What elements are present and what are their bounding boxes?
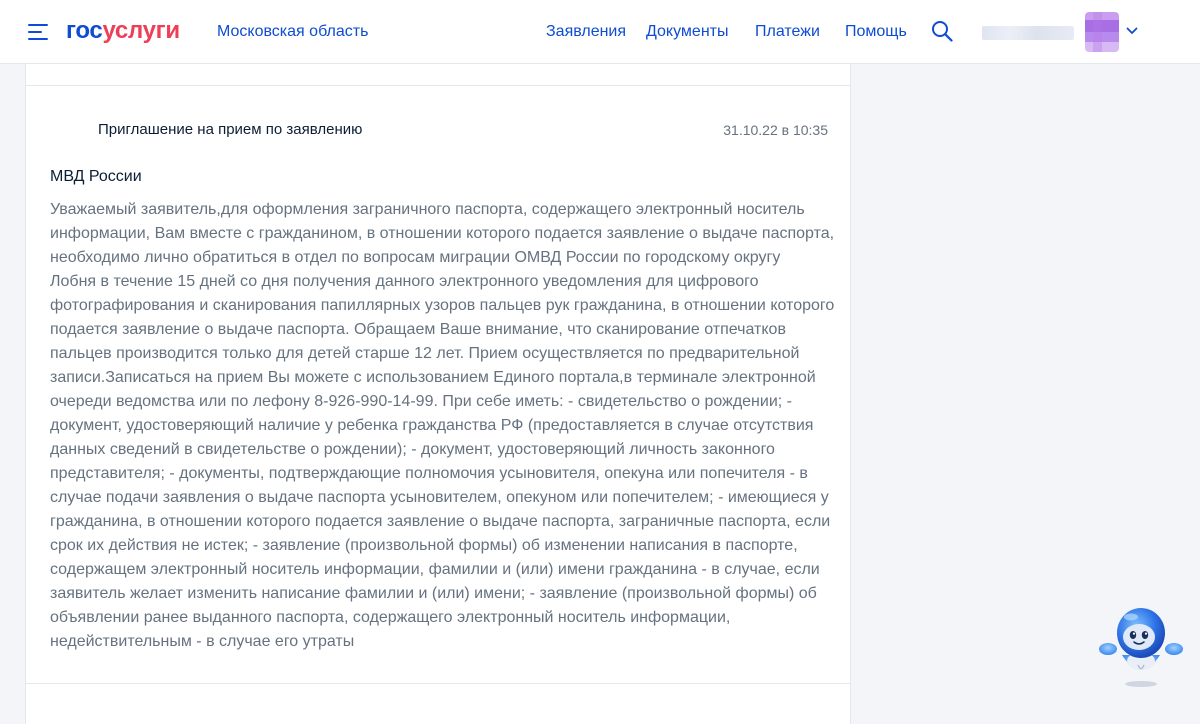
- message-date: 31.10.22 в 10:35: [723, 122, 828, 138]
- region-selector[interactable]: Московская область: [217, 22, 368, 42]
- message-body-line: подается заявление о выдаче паспорта. Об…: [50, 321, 786, 338]
- nav-applications[interactable]: Заявления: [546, 22, 626, 42]
- message-body-line: объявлении ранее выданного паспорта, сод…: [50, 609, 731, 626]
- nav-help[interactable]: Помощь: [845, 22, 907, 42]
- nav-payments[interactable]: Платежи: [755, 22, 820, 42]
- divider: [26, 683, 850, 684]
- message-body-line: заявитель желает изменить написание фами…: [50, 585, 817, 602]
- avatar[interactable]: [1085, 12, 1119, 52]
- message-body-line: необходимо лично обратиться в отдел по в…: [50, 249, 781, 266]
- message-body-line: документ, удостоверяющий наличие у ребен…: [50, 417, 814, 434]
- message-title: Приглашение на прием по заявлению: [98, 121, 363, 138]
- search-icon[interactable]: [931, 20, 953, 42]
- message-body-line: фотографирования и сканирования папилляр…: [50, 297, 835, 314]
- nav-documents[interactable]: Документы: [646, 22, 728, 42]
- message-body-line: очереди ведомства или по лефону 8-926-99…: [50, 393, 792, 410]
- message-body-line: гражданина, в отношении которого подаетс…: [50, 513, 831, 530]
- message-body-line: Уважаемый заявитель,для оформления загра…: [50, 201, 805, 218]
- gosuslugi-logo[interactable]: госуслуги: [66, 17, 180, 45]
- divider: [26, 85, 850, 86]
- burger-menu-icon[interactable]: [28, 23, 48, 41]
- message-body-line: Лобня в течение 15 дней со дня получения…: [50, 273, 759, 290]
- top-header: госуслуги Московская область Заявления Д…: [0, 0, 1200, 64]
- message-body-line: информации, Вам вместе с гражданином, в …: [50, 225, 835, 242]
- logo-part-gos: гос: [66, 17, 103, 44]
- message-body-line: представителя; - документы, подтверждающ…: [50, 465, 808, 482]
- logo-part-uslugi: услуги: [102, 17, 180, 44]
- message-body-line: записи.Записаться на прием Вы можете с и…: [50, 369, 816, 386]
- message-body-line: содержащем электронный носитель информац…: [50, 561, 820, 578]
- message-body-line: данных сведений в свидетельстве о рожден…: [50, 441, 775, 458]
- chevron-down-icon[interactable]: [1126, 26, 1138, 36]
- message-body: Уважаемый заявитель,для оформления загра…: [50, 198, 834, 654]
- message-body-line: срок их действия не истек; - заявление (…: [50, 537, 798, 554]
- robot-assistant-icon[interactable]: [1098, 605, 1184, 689]
- message-body-line: случае подачи заявления о выдаче паспорт…: [50, 489, 829, 506]
- message-card: Приглашение на прием по заявлению 31.10.…: [25, 64, 851, 724]
- message-sender: МВД России: [50, 168, 142, 185]
- message-body-line: пальцев производится только для детей ст…: [50, 345, 800, 362]
- user-name-blurred[interactable]: [982, 26, 1074, 40]
- message-body-line: недействительным - в случае его утраты: [50, 633, 355, 650]
